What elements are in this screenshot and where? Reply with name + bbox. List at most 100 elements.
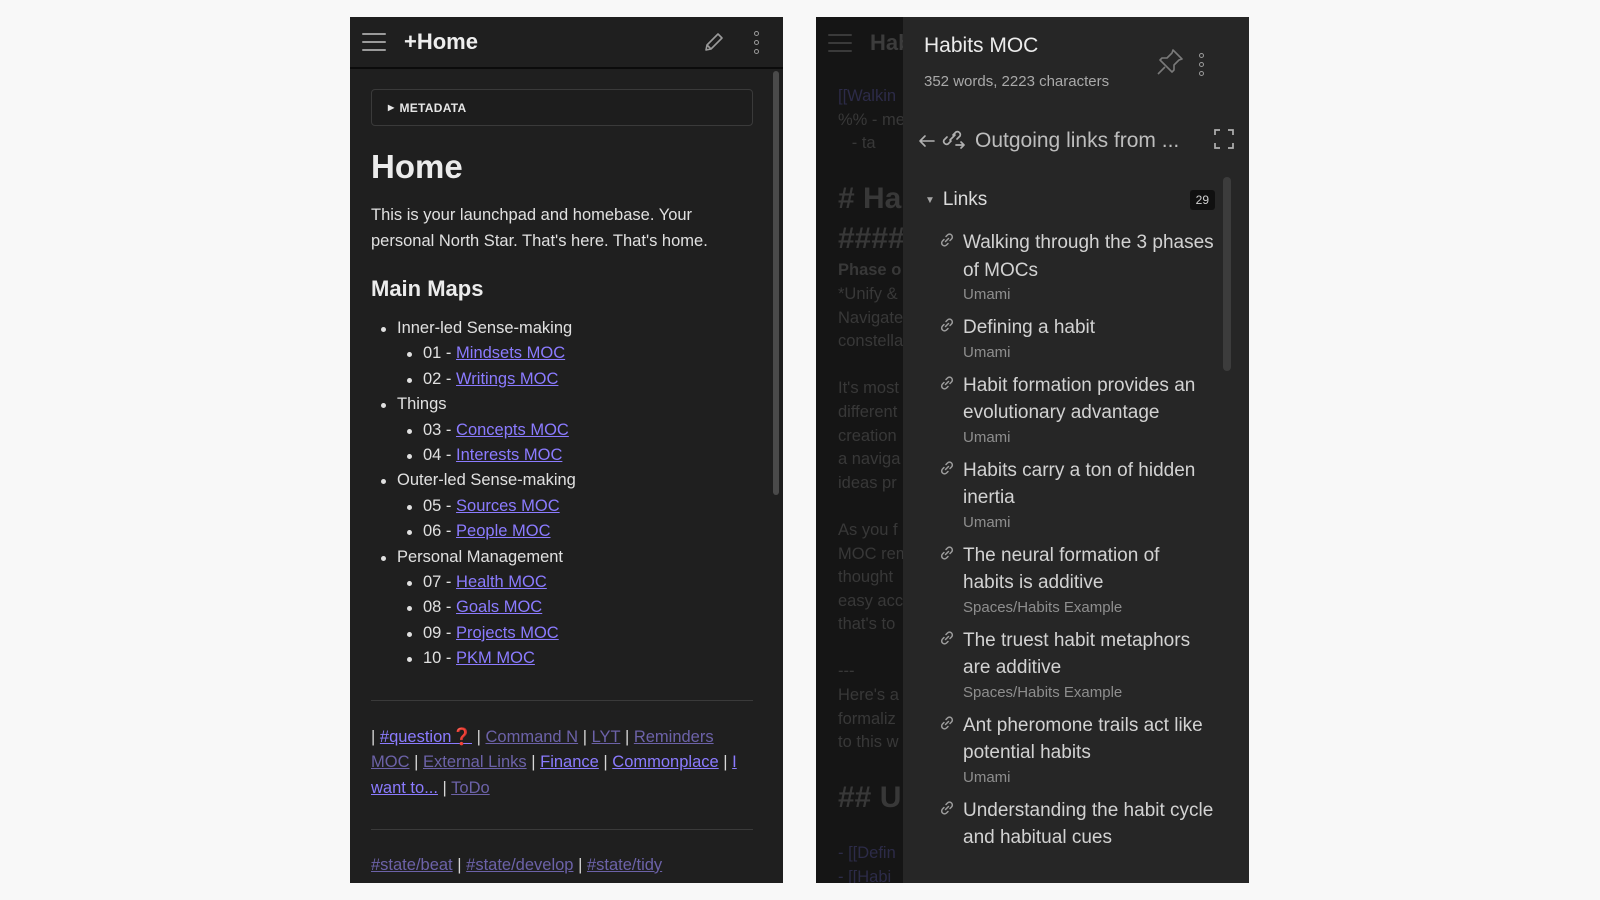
moc-link[interactable]: PKM MOC — [456, 649, 535, 667]
separator: | — [371, 727, 376, 746]
item-number: 09 - — [423, 623, 457, 642]
menu-icon[interactable] — [362, 33, 386, 51]
link-title: Habit formation provides an evolutionary… — [963, 374, 1196, 424]
moc-link[interactable]: People MOC — [456, 522, 550, 540]
separator: | — [723, 753, 728, 772]
group-label: Outer-led Sense-making — [397, 471, 576, 490]
outgoing-links-toolbar: Outgoing links from ... — [915, 123, 1235, 159]
link-title: Understanding the habit cycle and habitu… — [963, 799, 1214, 849]
link-title: Walking through the 3 phases of MOCs — [963, 232, 1214, 281]
link-path: Umami — [963, 343, 1011, 361]
group-label: Personal Management — [397, 547, 564, 566]
separator: | — [603, 753, 608, 772]
moc-link[interactable]: Writings MOC — [456, 370, 558, 388]
link-icon — [939, 800, 955, 821]
outgoing-link-item[interactable]: Walking through the 3 phases of MOCs Umam… — [939, 229, 1214, 306]
home-note-window: +Home ▶ METADATA Home This is your launc… — [350, 17, 783, 883]
page-title: Home — [371, 148, 463, 185]
separator: | — [476, 727, 481, 746]
moc-link[interactable]: Concepts MOC — [456, 421, 569, 439]
note-content: ▶ METADATA Home This is your launchpad a… — [350, 69, 783, 875]
section-heading: Main Maps — [371, 276, 484, 301]
links-section-header[interactable]: ▼ Links 29 — [925, 189, 1215, 211]
tag-link[interactable]: #state/tidy — [587, 856, 662, 874]
note-header: +Home — [350, 17, 783, 69]
list-item: 07 - Health MOC — [397, 570, 753, 595]
link-path: Umami — [963, 768, 1011, 786]
word-count: 352 words, 2223 characters — [924, 73, 1110, 90]
habits-moc-window: Hab [[Walkin%% - me - ta # Ha ##### Phase o… — [816, 17, 1249, 883]
pin-icon[interactable] — [1155, 47, 1185, 82]
commonplace-link[interactable]: Commonplace — [612, 753, 718, 771]
menu-icon[interactable] — [828, 34, 852, 52]
moc-link[interactable]: Mindsets MOC — [456, 344, 565, 362]
moc-link[interactable]: Sources MOC — [456, 497, 560, 515]
edit-pencil-icon[interactable] — [699, 27, 729, 57]
more-options-icon[interactable] — [1199, 53, 1204, 76]
link-title: Ant pheromone trails act like potential … — [963, 714, 1203, 764]
link-path: Spaces/Habits Example — [963, 598, 1123, 616]
lyt-link[interactable]: LYT — [592, 728, 621, 746]
divider — [371, 699, 753, 701]
moc-link[interactable]: Health MOC — [456, 573, 547, 591]
outgoing-link-item[interactable]: The truest habit metaphors are additive S… — [939, 627, 1214, 704]
item-number: 10 - — [423, 649, 457, 668]
back-arrow-icon[interactable] — [915, 129, 939, 153]
tag-link[interactable]: #state/beat — [371, 856, 453, 874]
sidebar-title: Habits MOC — [924, 34, 1039, 57]
outgoing-link-item[interactable]: Defining a habit Umami — [939, 314, 1214, 364]
moc-link[interactable]: Interests MOC — [456, 446, 562, 464]
tag-link[interactable]: #state/develop — [466, 856, 573, 874]
finance-link[interactable]: Finance — [540, 753, 599, 771]
note-title: +Home — [404, 29, 478, 54]
list-item: 04 - Interests MOC — [397, 443, 753, 468]
outgoing-link-item[interactable]: Ant pheromone trails act like potential … — [939, 712, 1214, 789]
separator: | — [457, 855, 462, 874]
item-number: 03 - — [423, 420, 457, 439]
link-path: Umami — [963, 286, 1011, 303]
links-count-badge: 29 — [1189, 190, 1215, 210]
caret-right-icon: ▶ — [388, 103, 395, 112]
outgoing-links-list: Walking through the 3 phases of MOCs Umam… — [939, 229, 1214, 860]
link-icon — [939, 630, 955, 651]
list-item: Inner-led Sense-making 01 - Mindsets MOC… — [371, 316, 753, 392]
external-links-link[interactable]: External Links — [423, 753, 527, 771]
metadata-toggle[interactable]: ▶ METADATA — [371, 89, 753, 126]
list-item: Things 03 - Concepts MOC 04 - Interests … — [371, 392, 753, 468]
expand-icon[interactable] — [1213, 128, 1235, 155]
command-n-link[interactable]: Command N — [485, 728, 578, 746]
outgoing-link-item[interactable]: The neural formation of habits is additi… — [939, 542, 1214, 619]
question-mark-icon: ❓ — [451, 727, 472, 746]
intro-paragraph: This is your launchpad and homebase. You… — [371, 206, 708, 250]
link-icon — [939, 460, 955, 481]
scrollbar[interactable] — [773, 71, 779, 495]
link-path: Spaces/Habits Example — [963, 683, 1123, 701]
link-title: Habits carry a ton of hidden inertia — [963, 459, 1196, 509]
state-tags: #state/beat | #state/develop | #state/ti… — [371, 856, 753, 875]
moc-link[interactable]: Projects MOC — [456, 624, 559, 642]
link-title: The neural formation of habits is additi… — [963, 544, 1160, 594]
caret-down-icon: ▼ — [925, 194, 935, 206]
item-number: 04 - — [423, 446, 457, 465]
outgoing-link-item[interactable]: Understanding the habit cycle and habitu… — [939, 797, 1214, 852]
more-options-icon[interactable] — [741, 27, 771, 57]
scrollbar[interactable] — [1223, 177, 1231, 371]
list-item: Outer-led Sense-making 05 - Sources MOC … — [371, 468, 753, 544]
separator: | — [578, 855, 583, 874]
list-item: 01 - Mindsets MOC — [397, 341, 753, 366]
moc-link[interactable]: Goals MOC — [456, 598, 542, 616]
main-maps-list: Inner-led Sense-making 01 - Mindsets MOC… — [371, 316, 753, 672]
separator: | — [582, 727, 587, 746]
outgoing-link-item[interactable]: Habits carry a ton of hidden inertia Umam… — [939, 457, 1214, 534]
item-number: 02 - — [423, 369, 457, 388]
link-path: Umami — [963, 428, 1011, 446]
item-number: 07 - — [423, 573, 457, 592]
outgoing-links-title: Outgoing links from ... — [975, 129, 1180, 152]
question-tag-link[interactable]: #question❓ — [380, 728, 472, 746]
outgoing-links-sidebar: Habits MOC 352 words, 2223 characters Ou… — [903, 17, 1249, 883]
list-item: 09 - Projects MOC — [397, 621, 753, 646]
link-icon — [939, 317, 955, 338]
todo-link[interactable]: ToDo — [451, 779, 490, 797]
outgoing-link-item[interactable]: Habit formation provides an evolutionary… — [939, 372, 1214, 449]
item-number: 01 - — [423, 344, 457, 363]
